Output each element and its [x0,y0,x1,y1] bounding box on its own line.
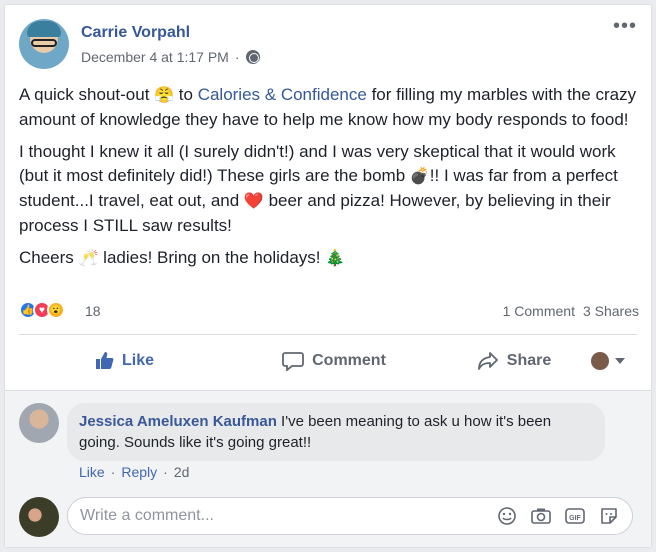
divider [19,334,637,335]
viewer-avatar [591,352,609,370]
comment-label: Comment [312,352,386,369]
engagement-summary: 1 Comment 3 Shares [503,303,639,319]
comment-button[interactable]: Comment [229,351,439,371]
reaction-icons[interactable]: 👍 ♥ 😮 [19,301,65,319]
composer-icons: GIF [496,505,620,527]
comment-input[interactable] [80,507,496,525]
emoji-icon[interactable] [496,505,518,527]
emoji-bomb: 💣 [409,168,430,185]
text-span: Cheers [19,248,79,267]
post-paragraph-1: A quick shout-out 😤 to Calories & Confid… [19,83,639,132]
commenter-avatar[interactable] [19,403,59,443]
meta-separator: · [163,464,168,480]
share-icon [477,352,498,370]
comment-reply-link[interactable]: Reply [121,464,157,480]
post-paragraph-2: I thought I knew it all (I surely didn't… [19,140,639,238]
comment-like-link[interactable]: Like [79,464,105,480]
gif-icon[interactable]: GIF [564,505,586,527]
post-timestamp[interactable]: December 4 at 1:17 PM [81,49,229,65]
avatar-glasses [31,39,57,47]
post-as-selector[interactable] [591,352,625,370]
text-span: to [174,85,198,104]
reactions-row: 👍 ♥ 😮 18 1 Comment 3 Shares [19,301,639,323]
camera-icon[interactable] [530,505,552,527]
post-meta: December 4 at 1:17 PM · [81,49,260,65]
more-options-icon[interactable]: ••• [613,16,637,36]
page-link[interactable]: Calories & Confidence [198,85,367,104]
comment-composer: GIF [19,493,639,537]
emoji-tree: 🎄 [325,250,346,267]
emoji-hug: 😤 [154,87,175,104]
like-icon [95,352,114,369]
comment-icon [282,352,305,371]
like-button[interactable]: Like [19,351,229,371]
svg-text:GIF: GIF [569,515,581,522]
emoji-heart: ❤️ [243,193,264,210]
comment-bubble: Jessica Ameluxen Kaufman I've been meani… [67,403,605,461]
action-bar: Like Comment Share [19,342,637,380]
post-header: Carrie Vorpahl December 4 at 1:17 PM · •… [19,16,637,75]
share-label: Share [506,352,552,369]
comment-time[interactable]: 2d [174,464,190,480]
meta-separator: · [110,464,116,480]
reaction-count[interactable]: 18 [85,303,101,319]
like-label: Like [121,352,154,369]
comment-count[interactable]: 1 Comment [503,303,575,319]
text-span: ladies! Bring on the holidays! [98,248,326,267]
text-span: A quick shout-out [19,85,155,104]
share-count[interactable]: 3 Shares [583,303,639,319]
globe-icon[interactable] [245,50,260,64]
viewer-avatar-large [19,497,59,537]
avatar-cap [27,21,61,37]
comment-meta: Like · Reply · 2d [79,464,189,480]
author-avatar[interactable] [19,19,69,69]
emoji-cheers: 🥂 [78,250,99,267]
sticker-icon[interactable] [598,505,620,527]
chevron-down-icon [615,358,625,364]
post-card: Carrie Vorpahl December 4 at 1:17 PM · •… [4,4,652,548]
meta-separator: · [234,49,240,65]
wow-reaction-icon: 😮 [47,301,65,319]
share-button[interactable]: Share [439,351,589,371]
post-body: A quick shout-out 😤 to Calories & Confid… [19,83,639,279]
comment-input-box[interactable]: GIF [67,497,633,535]
comment-author[interactable]: Jessica Ameluxen Kaufman [79,413,277,430]
comments-section: Jessica Ameluxen Kaufman I've been meani… [5,390,651,547]
author-name[interactable]: Carrie Vorpahl [81,24,190,42]
post-paragraph-3: Cheers 🥂 ladies! Bring on the holidays! … [19,246,639,271]
